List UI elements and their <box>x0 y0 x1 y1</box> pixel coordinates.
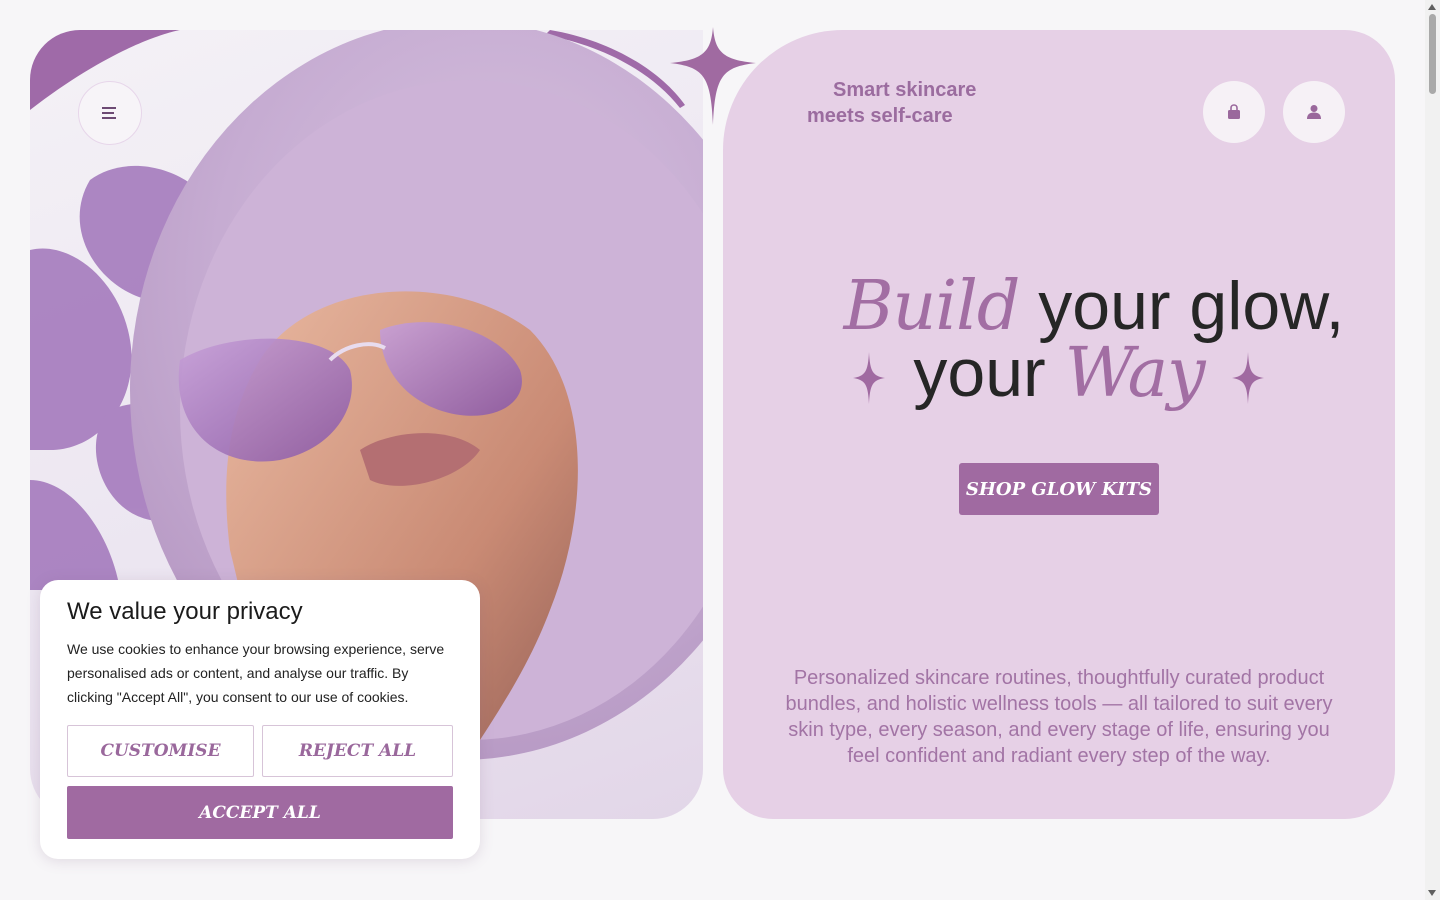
scroll-down-arrow-icon[interactable] <box>1428 890 1436 896</box>
hero-content-panel: Smart skincare meets self-care Build you… <box>723 30 1395 819</box>
cookie-consent-banner: We value your privacy We use cookies to … <box>40 580 480 859</box>
headline-part-your: your <box>913 335 1065 411</box>
cookie-title: We value your privacy <box>67 598 303 625</box>
tagline-line1: Smart skincare <box>833 79 977 101</box>
hero-headline: Build your glow, your Way <box>723 272 1395 408</box>
scroll-thumb[interactable] <box>1429 14 1436 94</box>
scroll-up-arrow-icon[interactable] <box>1428 4 1436 10</box>
customise-button[interactable]: CUSTOMISE <box>67 725 254 777</box>
account-button[interactable] <box>1283 81 1345 143</box>
headline-part-your-glow: your glow, <box>1019 268 1345 344</box>
hamburger-icon <box>102 107 118 119</box>
reject-all-button[interactable]: REJECT ALL <box>262 725 453 777</box>
shop-glow-kits-button[interactable]: SHOP GLOW KITS <box>959 463 1159 515</box>
page-scrollbar[interactable] <box>1425 0 1440 900</box>
sparkle-icon <box>1232 352 1264 404</box>
user-icon <box>1307 105 1321 119</box>
tagline: Smart skincare meets self-care <box>807 77 1067 129</box>
cookie-text: We use cookies to enhance your browsing … <box>67 641 445 705</box>
sparkle-icon <box>853 352 885 404</box>
accept-all-button[interactable]: ACCEPT ALL <box>67 786 453 839</box>
menu-button[interactable] <box>78 81 142 145</box>
cart-button[interactable] <box>1203 81 1265 143</box>
hero-description: Personalized skincare routines, thoughtf… <box>785 667 1333 767</box>
shopping-bag-icon <box>1228 104 1240 119</box>
headline-word-way: Way <box>1064 334 1206 413</box>
tagline-line2: meets self-care <box>807 105 953 127</box>
